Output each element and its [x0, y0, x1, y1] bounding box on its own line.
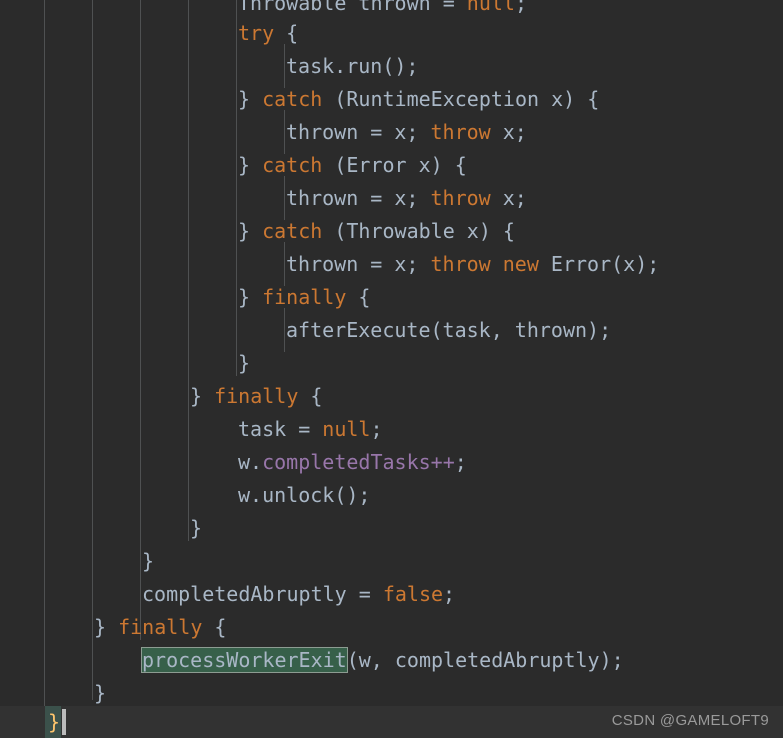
code-token: } [190, 516, 203, 540]
code-token: (Error x) { [322, 153, 467, 177]
highlighted-token[interactable]: processWorkerExit [141, 647, 348, 673]
code-token: { [298, 384, 323, 408]
code-line[interactable]: task = null; [0, 413, 383, 446]
code-line[interactable]: } finally { [0, 380, 322, 413]
code-line[interactable]: } [0, 512, 202, 545]
code-line[interactable]: } finally { [0, 281, 370, 314]
code-line[interactable]: } [0, 347, 250, 380]
code-token: throw [430, 252, 491, 276]
code-token: finally [262, 285, 347, 309]
code-line[interactable]: } catch (Throwable x) { [0, 215, 515, 248]
code-editor-window: Throwable thrown = null; try { task.run();… [0, 0, 783, 738]
code-token: thrown = x; [286, 186, 431, 210]
code-line[interactable]: } finally { [0, 611, 226, 644]
code-token: completedTasks [262, 450, 431, 474]
code-token: } [190, 384, 215, 408]
code-token: } [142, 549, 155, 573]
code-token: w.unlock(); [238, 483, 371, 507]
code-token: task = [238, 417, 323, 441]
code-token: task.run(); [286, 54, 419, 78]
code-line[interactable]: w.unlock(); [0, 479, 370, 512]
code-token: Error(x); [538, 252, 660, 276]
code-token: ; [370, 417, 383, 441]
code-token: ; [443, 582, 456, 606]
code-token: catch [262, 219, 323, 243]
code-token: throw [430, 120, 491, 144]
code-token: thrown = x; [286, 120, 431, 144]
code-line[interactable]: afterExecute(task, thrown); [0, 314, 611, 347]
code-line[interactable]: } [0, 545, 154, 578]
code-token: } [94, 681, 107, 705]
code-token: } [94, 615, 119, 639]
code-line[interactable]: thrown = x; throw x; [0, 182, 527, 215]
code-token: } [238, 351, 251, 375]
code-token: try [238, 21, 275, 45]
code-token: { [274, 21, 299, 45]
code-token: ; [454, 450, 467, 474]
code-token: null [322, 417, 371, 441]
code-line[interactable]: w.completedTasks++; [0, 446, 467, 479]
code-line[interactable]: processWorkerExit(w, completedAbruptly); [0, 644, 624, 677]
code-line[interactable]: thrown = x; throw new Error(x); [0, 248, 659, 281]
code-token: { [346, 285, 371, 309]
code-token: Throwable [238, 0, 347, 15]
code-token: (RuntimeException x) { [322, 87, 600, 111]
code-token: catch [262, 87, 323, 111]
code-token: ; [514, 0, 528, 15]
code-line[interactable]: } catch (Error x) { [0, 149, 467, 182]
code-token: false [382, 582, 444, 606]
watermark-label: CSDN @GAMELOFT9 [611, 712, 769, 729]
code-surface[interactable]: Throwable thrown = null; try { task.run();… [0, 0, 783, 706]
text-caret [62, 709, 66, 735]
code-token: completedAbruptly = [142, 582, 383, 606]
code-line[interactable]: completedAbruptly = false; [0, 578, 455, 611]
code-token: finally [118, 615, 203, 639]
code-token: } [238, 153, 263, 177]
code-line[interactable]: task.run(); [0, 50, 418, 83]
code-token: } [238, 219, 263, 243]
code-token: x; [490, 120, 527, 144]
code-token: throw [430, 186, 491, 210]
code-token: thrown = x; [286, 252, 431, 276]
code-token: new [502, 252, 539, 276]
code-token: } [238, 87, 263, 111]
code-token: catch [262, 153, 323, 177]
code-line[interactable]: try { [0, 17, 298, 50]
code-token: { [202, 615, 227, 639]
code-token: null [466, 0, 515, 15]
code-token: ++ [430, 450, 455, 474]
code-line[interactable]: thrown = x; throw x; [0, 116, 527, 149]
code-token: thrown = [346, 0, 467, 15]
code-token: x; [490, 186, 527, 210]
code-token: (w, completedAbruptly); [346, 648, 624, 672]
code-token: w. [238, 450, 263, 474]
code-token: } [238, 285, 263, 309]
code-token: (Throwable x) { [322, 219, 515, 243]
code-line[interactable]: } catch (RuntimeException x) { [0, 83, 599, 116]
code-token: finally [214, 384, 299, 408]
matched-brace-highlight[interactable]: } [45, 706, 62, 738]
code-token: afterExecute(task, thrown); [286, 318, 612, 342]
